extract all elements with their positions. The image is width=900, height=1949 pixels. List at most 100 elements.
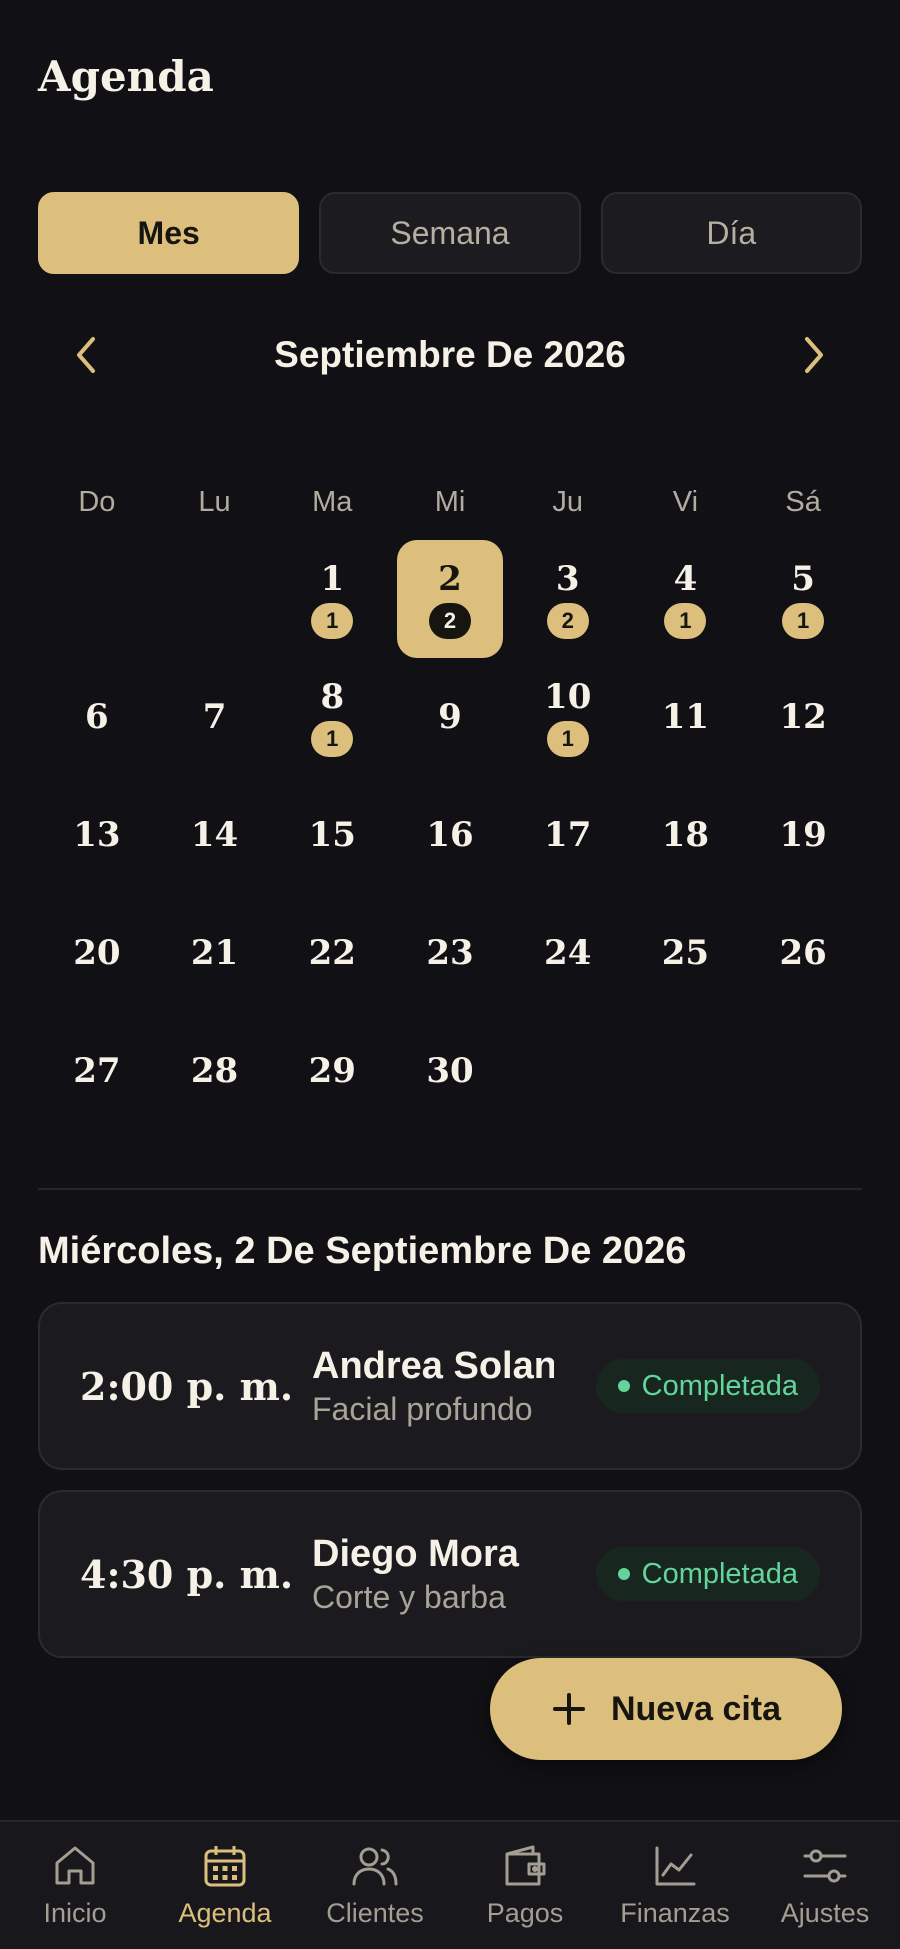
chevron-left-icon [77, 337, 95, 373]
calendar-day-7[interactable]: 7 [162, 658, 268, 776]
appointment-time: 4:30 p. m. [80, 1551, 294, 1597]
appointment-client: Diego Mora [312, 1533, 519, 1575]
day-number: 22 [308, 933, 356, 973]
calendar-day-23[interactable]: 23 [397, 894, 503, 1012]
tab-month[interactable]: Mes [38, 192, 300, 274]
calendar-day-20[interactable]: 20 [44, 894, 150, 1012]
nav-item-inicio[interactable]: Inicio [0, 1842, 150, 1929]
day-number: 20 [73, 933, 121, 973]
calendar-day-12[interactable]: 12 [750, 658, 856, 776]
calendar-day-13[interactable]: 13 [44, 776, 150, 894]
calendar-day-22[interactable]: 22 [279, 894, 385, 1012]
weekday-label: Do [78, 486, 116, 518]
calendar-day-3[interactable]: 32 [515, 540, 621, 658]
page-title: Agenda [38, 52, 214, 101]
day-number: 15 [308, 815, 356, 855]
month-header: Septiembre De 2026 [38, 320, 862, 390]
nav-item-agenda[interactable]: Agenda [150, 1842, 300, 1929]
weekday-label: Lu [198, 486, 231, 518]
status-dot [617, 1568, 630, 1580]
status-label: Completada [641, 1557, 798, 1590]
calendar-day-29[interactable]: 29 [279, 1012, 385, 1130]
appointment-service: Corte y barba [312, 1579, 506, 1615]
appointment-time: 2:00 p. m. [80, 1363, 294, 1409]
calendar-icon [201, 1842, 249, 1890]
status-badge: Completada [595, 1359, 820, 1413]
appointment-info: Diego Mora Corte y barba [312, 1531, 554, 1617]
bottom-nav: Inicio Agenda Clientes Pagos Finanzas Aj… [0, 1820, 900, 1949]
appointment-count-badge: 2 [546, 603, 589, 639]
calendar-day-24[interactable]: 24 [515, 894, 621, 1012]
day-number: 26 [779, 933, 827, 973]
calendar-grid: 1 1 2 2 3 2 4 1 5 1 6 7 8 1 9 10 1 11 12 13 14 15 16 17 18 19 20 21… [38, 540, 862, 1130]
appointment-count-badge: 1 [782, 603, 825, 639]
calendar-day-11[interactable]: 11 [633, 658, 739, 776]
calendar-day-4[interactable]: 41 [633, 540, 739, 658]
chart-icon [651, 1842, 699, 1890]
view-switcher: Mes Semana Día [38, 192, 862, 274]
day-number: 7 [202, 697, 227, 737]
tab-week[interactable]: Semana [319, 192, 581, 274]
weekday-label: Mi [434, 486, 466, 518]
nav-label: Finanzas [620, 1898, 730, 1928]
calendar-day-15[interactable]: 15 [279, 776, 385, 894]
nav-item-pagos[interactable]: Pagos [450, 1842, 600, 1929]
day-number: 16 [426, 815, 474, 855]
calendar-day-14[interactable]: 14 [162, 776, 268, 894]
day-number: 13 [73, 815, 121, 855]
nav-label: Inicio [43, 1898, 107, 1928]
calendar-day-5[interactable]: 51 [750, 540, 856, 658]
calendar-day-1[interactable]: 11 [279, 540, 385, 658]
day-number: 17 [544, 815, 592, 855]
prev-month-button[interactable] [38, 320, 134, 390]
new-appointment-button[interactable]: Nueva cita [490, 1658, 842, 1760]
calendar-empty-cell [38, 540, 156, 658]
calendar-day-27[interactable]: 27 [44, 1012, 150, 1130]
divider [38, 1188, 862, 1190]
selected-date-heading: Miércoles, 2 De Septiembre De 2026 [38, 1230, 687, 1272]
calendar-day-19[interactable]: 19 [750, 776, 856, 894]
next-month-button[interactable] [766, 320, 862, 390]
appointment-card[interactable]: 2:00 p. m. Andrea Solano Facial profundo… [38, 1302, 862, 1470]
tab-day[interactable]: Día [600, 192, 862, 274]
calendar-day-8[interactable]: 81 [279, 658, 385, 776]
chevron-right-icon [805, 337, 823, 373]
day-number: 5 [791, 559, 815, 599]
home-icon [51, 1842, 99, 1890]
appointment-card[interactable]: 4:30 p. m. Diego Mora Corte y barba Comp… [38, 1490, 862, 1658]
plus-icon [552, 1693, 585, 1725]
nav-item-finanzas[interactable]: Finanzas [600, 1842, 750, 1929]
day-number: 23 [426, 933, 474, 973]
calendar-day-28[interactable]: 28 [162, 1012, 268, 1130]
nav-label: Ajustes [780, 1898, 870, 1928]
day-number: 2 [438, 559, 462, 599]
status-dot [617, 1380, 630, 1392]
wallet-icon [501, 1842, 549, 1890]
nav-label: Clientes [326, 1898, 424, 1928]
day-number: 6 [85, 697, 109, 737]
weekday-label: Sá [785, 486, 821, 518]
calendar-day-30[interactable]: 30 [397, 1012, 503, 1130]
month-title: Septiembre De 2026 [274, 334, 626, 375]
calendar-day-10[interactable]: 10 1 [515, 658, 621, 776]
calendar-day-26[interactable]: 26 [750, 894, 856, 1012]
nav-item-clientes[interactable]: Clientes [300, 1842, 450, 1929]
weekday-label: Ma [312, 486, 353, 518]
nav-item-ajustes[interactable]: Ajustes [750, 1842, 900, 1929]
calendar-day-25[interactable]: 25 [633, 894, 739, 1012]
appointment-count-badge: 2 [428, 603, 471, 639]
day-number: 25 [661, 933, 710, 973]
calendar-day-6[interactable]: 6 [44, 658, 150, 776]
status-badge: Completada [595, 1547, 820, 1601]
calendar-day-16[interactable]: 16 [397, 776, 503, 894]
calendar-day-17[interactable]: 17 [515, 776, 621, 894]
day-number: 24 [544, 933, 592, 973]
calendar-day-21[interactable]: 21 [162, 894, 268, 1012]
calendar-day-18[interactable]: 18 [633, 776, 739, 894]
calendar-day-9[interactable]: 9 [397, 658, 503, 776]
appointment-service: Facial profundo [312, 1391, 533, 1427]
day-number: 30 [426, 1051, 474, 1091]
status-label: Completada [641, 1369, 798, 1402]
calendar-day-2[interactable]: 22 [397, 540, 503, 658]
users-icon [351, 1842, 399, 1890]
